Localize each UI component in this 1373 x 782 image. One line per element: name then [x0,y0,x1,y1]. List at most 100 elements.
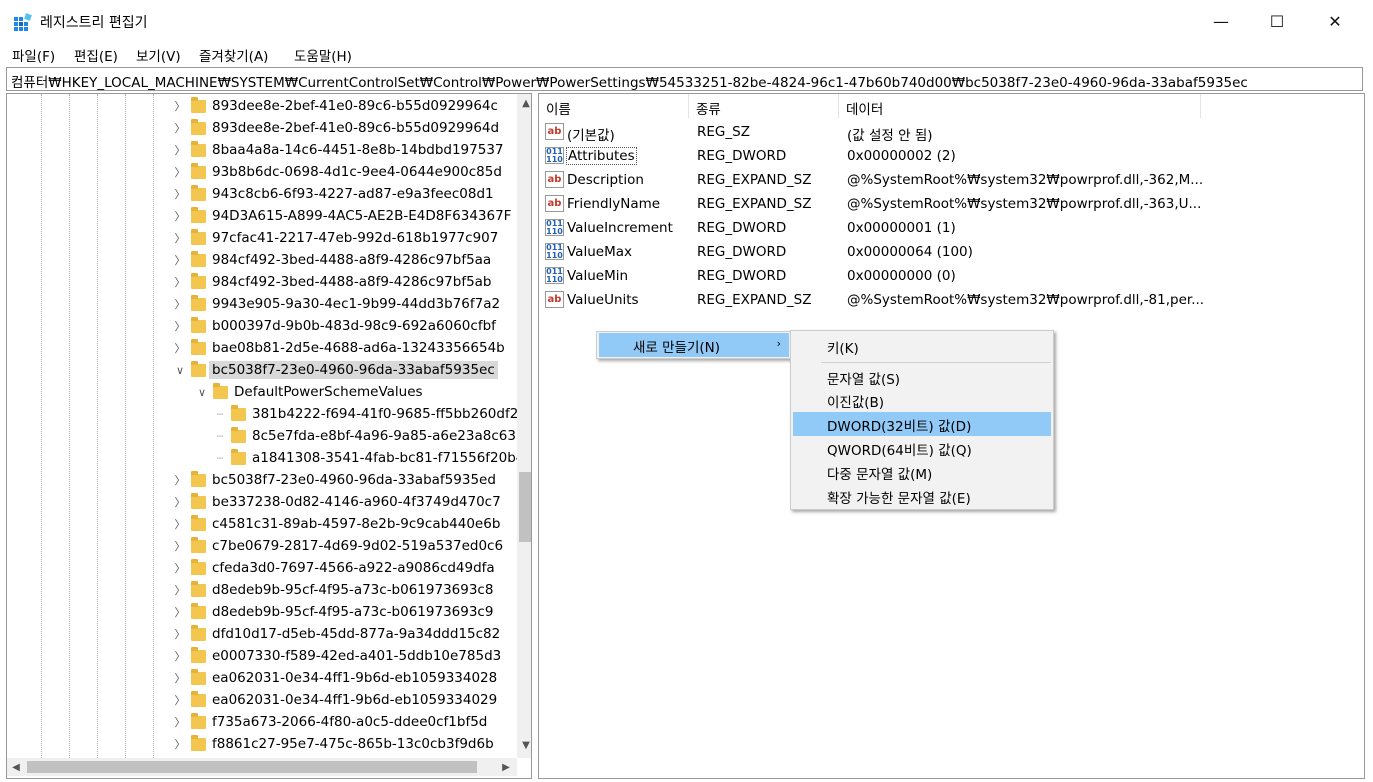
folder-icon [191,206,206,223]
tree-hscroll-thumb[interactable] [27,761,477,773]
tree-item[interactable]: 〉 f735a673-2066-4f80-a0c5-ddee0cf1bf5d [173,711,487,733]
tree-item[interactable]: ∨ DefaultPowerSchemeValues [195,381,423,403]
value-row[interactable]: 011 110 Attributes REG_DWORD 0x00000002 (2) [539,144,1359,168]
value-row[interactable]: ab (기본값) REG_SZ (값 설정 안 됨) [539,120,1359,144]
tree-item[interactable]: 〉 c4581c31-89ab-4597-8e2b-9c9cab440e6b [173,513,500,535]
scroll-down-icon[interactable]: ▼ [517,736,531,754]
tree-item-label: 97cfac41-2217-47eb-992d-618b1977c907 [212,230,499,246]
chevron-right-icon[interactable]: 〉 [173,560,187,576]
folder-icon [191,228,206,245]
submenu-item-key[interactable]: 키(K) [793,334,1051,358]
menu-edit[interactable]: 편집(E) [74,45,118,65]
value-row[interactable]: 011 110 ValueIncrement REG_DWORD 0x00000001… [539,216,1359,240]
tree-scroll-thumb[interactable] [519,472,531,542]
menu-item-new[interactable]: 새로 만들기(N) › [599,333,789,357]
tree-item[interactable]: 〉 984cf492-3bed-4488-a8f9-4286c97bf5ab [173,271,492,293]
chevron-right-icon[interactable]: 〉 [173,516,187,532]
chevron-right-icon[interactable]: 〉 [173,670,187,686]
value-row[interactable]: 011 110 ValueMax REG_DWORD 0x00000064 (100) [539,240,1359,264]
scroll-up-icon[interactable]: ▲ [517,94,531,112]
column-header-name[interactable]: 이름 [539,94,689,118]
tree-item[interactable]: 〉 9943e905-9a30-4ec1-9b99-44dd3b76f7a2 [173,293,500,315]
scroll-right-icon[interactable]: ▶ [497,758,515,776]
menu-help[interactable]: 도움말(H) [294,45,352,65]
chevron-right-icon[interactable]: 〉 [173,648,187,664]
column-header-type[interactable]: 종류 [689,94,839,118]
chevron-down-icon[interactable]: ∨ [195,386,209,399]
tree-item[interactable]: 〉 8baa4a8a-14c6-4451-8e8b-14bdbd197537 [173,139,504,161]
chevron-right-icon[interactable]: 〉 [173,98,187,114]
tree-item[interactable]: 〉 94D3A615-A899-4AC5-AE2B-E4D8F634367F [173,205,511,227]
tree-item[interactable]: 〉 93b8b6dc-0698-4d1c-9ee4-0644e900c85d [173,161,502,183]
chevron-right-icon[interactable]: 〉 [173,626,187,642]
value-row[interactable]: 011 110 ValueMin REG_DWORD 0x00000000 (0) [539,264,1359,288]
tree-item[interactable]: 〉 d8edeb9b-95cf-4f95-a73c-b061973693c9 [173,601,493,623]
tree-item[interactable]: 〉 943c8cb6-6f93-4227-ad87-e9a3feec08d1 [173,183,494,205]
tree-item[interactable]: 〉 f8861c27-95e7-475c-865b-13c0cb3f9d6b [173,733,494,755]
maximize-button[interactable]: ☐ [1248,0,1306,42]
chevron-right-icon[interactable]: 〉 [173,274,187,290]
tree-item[interactable]: ┄ a1841308-3541-4fab-bc81-f71556f20b4a [213,447,532,469]
chevron-right-icon[interactable]: 〉 [173,714,187,730]
chevron-right-icon[interactable]: 〉 [173,736,187,752]
tree-item[interactable]: 〉 dfd10d17-d5eb-45dd-877a-9a34ddd15c82 [173,623,500,645]
scroll-left-icon[interactable]: ◀ [7,758,25,776]
tree-item[interactable]: 〉 bae08b81-2d5e-4688-ad6a-13243356654b [173,337,505,359]
chevron-right-icon[interactable]: 〉 [173,230,187,246]
chevron-down-icon[interactable]: ∨ [173,364,187,377]
tree-item[interactable]: ┄ 381b4222-f694-41f0-9685-ff5bb260df2e [213,403,527,425]
chevron-right-icon[interactable]: 〉 [173,538,187,554]
folder-icon [231,404,246,421]
tree-vertical-scrollbar[interactable]: ▲ ▼ [517,94,531,758]
menu-view[interactable]: 보기(V) [136,45,181,65]
value-row[interactable]: ab ValueUnits REG_EXPAND_SZ @%SystemRoot%₩s… [539,288,1359,312]
chevron-right-icon[interactable]: 〉 [173,252,187,268]
address-bar[interactable]: 컴퓨터₩HKEY_LOCAL_MACHINE₩SYSTEM₩CurrentCon… [6,67,1363,91]
submenu-item-string[interactable]: 문자열 값(S) [793,365,1051,389]
tree-horizontal-scrollbar[interactable]: ◀ ▶ [7,758,517,776]
submenu-item-dword[interactable]: DWORD(32비트) 값(D) [793,412,1051,436]
value-row[interactable]: ab Description REG_EXPAND_SZ @%SystemRoot%₩… [539,168,1359,192]
submenu-item-expandable-string[interactable]: 확장 가능한 문자열 값(E) [793,484,1051,508]
tree-item[interactable]: 〉 ea062031-0e34-4ff1-9b6d-eb1059334029 [173,689,497,711]
chevron-right-icon[interactable]: 〉 [173,340,187,356]
tree-item[interactable]: ∨ bc5038f7-23e0-4960-96da-33abaf5935ec [173,359,498,381]
close-button[interactable]: ✕ [1306,0,1364,42]
chevron-right-icon[interactable]: 〉 [173,296,187,312]
chevron-right-icon[interactable]: 〉 [173,318,187,334]
value-data: 0x00000064 (100) [847,244,973,260]
chevron-right-icon[interactable]: 〉 [173,142,187,158]
tree-item[interactable]: ┄ 8c5e7fda-e8bf-4a96-9a85-a6e23a8c635c [213,425,531,447]
chevron-right-icon[interactable]: 〉 [173,692,187,708]
tree-item[interactable]: 〉 984cf492-3bed-4488-a8f9-4286c97bf5aa [173,249,491,271]
chevron-right-icon[interactable]: 〉 [173,120,187,136]
tree-item[interactable]: 〉 bc5038f7-23e0-4960-96da-33abaf5935ed [173,469,496,491]
submenu-item-binary[interactable]: 이진값(B) [793,388,1051,412]
chevron-right-icon[interactable]: 〉 [173,604,187,620]
value-row[interactable]: ab FriendlyName REG_EXPAND_SZ @%SystemRoot%… [539,192,1359,216]
submenu-item-qword[interactable]: QWORD(64비트) 값(Q) [793,436,1051,460]
tree-item[interactable]: 〉 893dee8e-2bef-41e0-89c6-b55d0929964d [173,117,499,139]
chevron-right-icon[interactable]: 〉 [173,208,187,224]
tree-item[interactable]: 〉 d8edeb9b-95cf-4f95-a73c-b061973693c8 [173,579,493,601]
chevron-right-icon[interactable]: 〉 [173,472,187,488]
chevron-right-icon[interactable]: 〉 [173,494,187,510]
submenu-item-multi-string[interactable]: 다중 문자열 값(M) [793,460,1051,484]
column-header-data[interactable]: 데이터 [839,94,1201,118]
tree-item[interactable]: 〉 b000397d-9b0b-483d-98c9-692a6060cfbf [173,315,496,337]
tree-item[interactable]: 〉 e0007330-f589-42ed-a401-5ddb10e785d3 [173,645,501,667]
chevron-right-icon[interactable]: 〉 [173,186,187,202]
tree-item[interactable]: 〉 c7be0679-2817-4d69-9d02-519a537ed0c6 [173,535,503,557]
tree-item[interactable]: 〉 be337238-0d82-4146-a960-4f3749d470c7 [173,491,501,513]
tree-item[interactable]: 〉 cfeda3d0-7697-4566-a922-a9086cd49dfa [173,557,495,579]
minimize-button[interactable]: — [1192,0,1250,42]
tree-item-label: a1841308-3541-4fab-bc81-f71556f20b4a [252,450,532,466]
menu-file[interactable]: 파일(F) [12,45,55,65]
tree-item[interactable]: 〉 97cfac41-2217-47eb-992d-618b1977c907 [173,227,498,249]
tree-item[interactable]: 〉 ea062031-0e34-4ff1-9b6d-eb1059334028 [173,667,497,689]
menu-favorites[interactable]: 즐겨찾기(A) [199,45,268,65]
tree-item[interactable]: 〉 893dee8e-2bef-41e0-89c6-b55d0929964c [173,95,498,117]
chevron-right-icon[interactable]: 〉 [173,164,187,180]
tree-item-label: c7be0679-2817-4d69-9d02-519a537ed0c6 [212,538,504,554]
chevron-right-icon[interactable]: 〉 [173,582,187,598]
